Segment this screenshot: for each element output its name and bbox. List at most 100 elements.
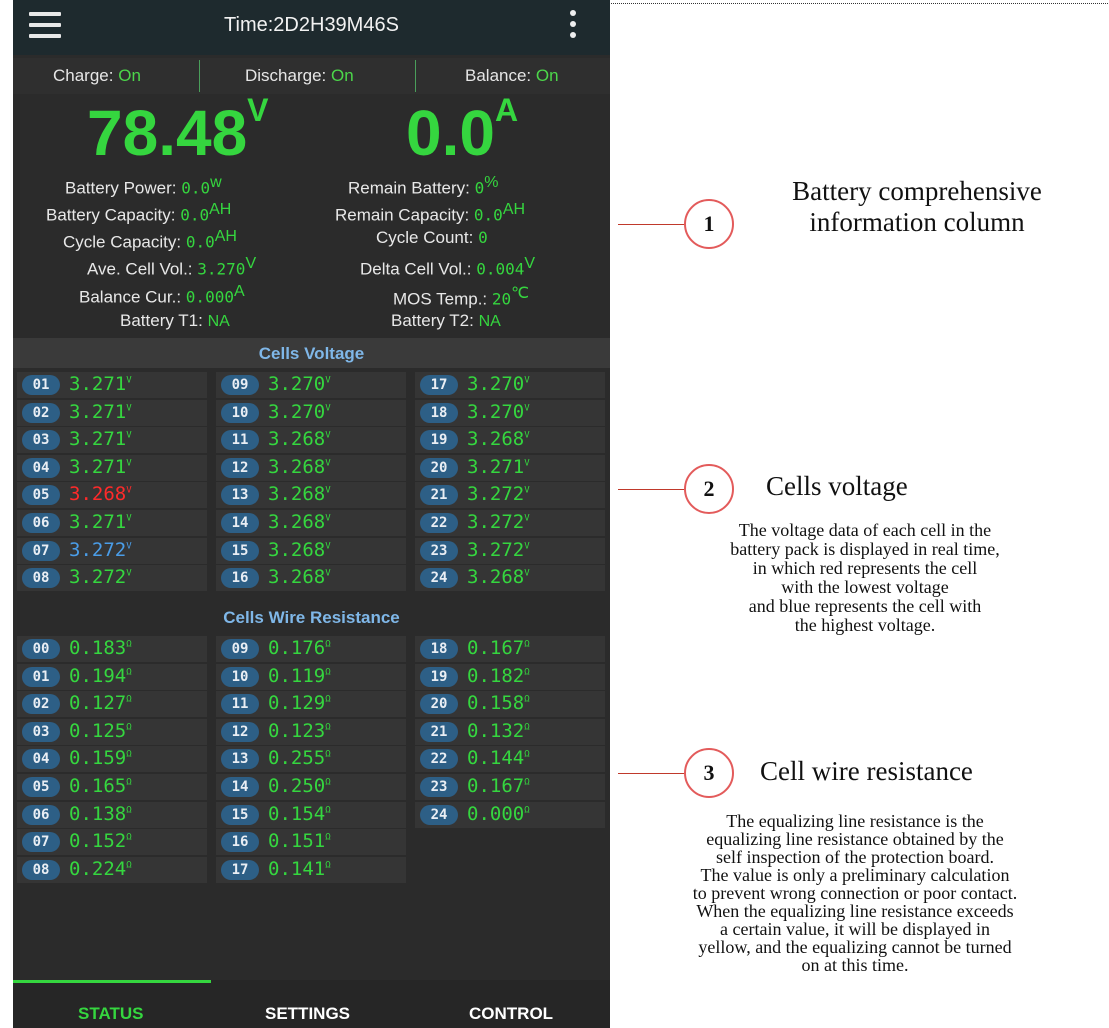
cell-voltage-value: 3.268V xyxy=(268,538,331,561)
wire-resistance-value: 0.194Ω xyxy=(69,664,132,687)
battery-power-row: Battery Power: 0.0w xyxy=(65,174,222,198)
cell-number-badge: 05 xyxy=(22,777,60,797)
cell-number-badge: 07 xyxy=(22,832,60,853)
cell-voltage-10: 10 3.270V xyxy=(216,399,406,426)
callout-line-3 xyxy=(618,773,686,774)
description-line: battery pack is displayed in real time, xyxy=(730,539,1000,559)
callout-2-description: The voltage data of each cell in the batt… xyxy=(640,521,1090,635)
cell-voltage-value: 3.270V xyxy=(467,400,530,423)
cell-number-badge: 17 xyxy=(221,859,259,880)
wire-resistance-24: 24 0.000Ω xyxy=(415,801,605,828)
cell-number-badge: 03 xyxy=(22,430,60,451)
wire-resistance-value: 0.255Ω xyxy=(268,747,331,770)
description-line: with the lowest voltage xyxy=(781,577,949,597)
cell-voltage-23: 23 3.272V xyxy=(415,537,605,564)
cell-number-badge: 12 xyxy=(221,457,259,478)
cell-voltage-20: 20 3.271V xyxy=(415,454,605,481)
cell-number-badge: 14 xyxy=(221,513,259,533)
cell-number-badge: 12 xyxy=(221,721,259,742)
cell-voltage-05: 05 3.268V xyxy=(17,482,207,509)
cell-voltage-value: 3.268V xyxy=(268,566,331,589)
cycle-count-row: Cycle Count: 0 xyxy=(376,228,488,247)
cell-voltage-18: 18 3.270V xyxy=(415,399,605,426)
cell-voltage-value: 3.271V xyxy=(69,373,132,395)
battery-t2-row: Battery T2: NA xyxy=(391,311,501,330)
wire-resistance-15: 15 0.154Ω xyxy=(216,801,406,828)
cell-voltage-15: 15 3.268V xyxy=(216,537,406,564)
cell-voltage-16: 16 3.268V xyxy=(216,565,406,592)
wire-resistance-00: 00 0.183Ω xyxy=(17,636,207,662)
wire-resistance-06: 06 0.138Ω xyxy=(17,801,207,828)
cell-number-badge: 15 xyxy=(221,804,259,825)
tab-settings[interactable]: SETTINGS xyxy=(265,1004,350,1024)
cell-voltage-value: 3.272V xyxy=(467,538,530,561)
more-options-icon[interactable] xyxy=(569,10,577,42)
description-line: The value is only a preliminary calculat… xyxy=(700,865,1010,885)
cell-voltage-value: 3.272V xyxy=(467,511,530,533)
description-line: the highest voltage. xyxy=(794,615,936,635)
ave-cell-vol-row: Ave. Cell Vol.: 3.270V xyxy=(87,255,257,279)
cell-number-badge: 01 xyxy=(22,375,60,395)
wire-resistance-12: 12 0.123Ω xyxy=(216,718,406,745)
balance-current-row: Balance Cur.: 0.000A xyxy=(79,283,245,307)
tab-control[interactable]: CONTROL xyxy=(469,1004,553,1024)
callout-line-1 xyxy=(618,224,686,225)
callout-3-description: The equalizing line resistance is the equ… xyxy=(612,812,1098,974)
description-line: in which red represents the cell xyxy=(752,558,978,578)
total-current: 0.0A xyxy=(406,92,519,169)
cell-number-badge: 24 xyxy=(420,804,458,825)
wire-resistance-19: 19 0.182Ω xyxy=(415,663,605,690)
cell-number-badge: 08 xyxy=(22,568,60,589)
wire-resistance-value: 0.224Ω xyxy=(69,857,132,880)
cell-number-badge: 02 xyxy=(22,694,60,715)
cell-number-badge: 02 xyxy=(22,402,60,423)
cell-number-badge: 07 xyxy=(22,540,60,561)
wire-resistance-08: 08 0.224Ω xyxy=(17,856,207,883)
wire-resistance-05: 05 0.165Ω xyxy=(17,774,207,800)
battery-t1-row: Battery T1: NA xyxy=(120,311,230,330)
battery-capacity-row: Battery Capacity: 0.0AH xyxy=(46,201,232,225)
cell-voltage-value: 3.271V xyxy=(69,400,132,423)
wire-resistance-title: Cells Wire Resistance xyxy=(223,608,400,627)
cell-voltage-13: 13 3.268V xyxy=(216,482,406,509)
cell-number-badge: 20 xyxy=(420,694,458,715)
mos-temp-row: MOS Temp.: 20℃ xyxy=(393,285,530,309)
cell-voltage-19: 19 3.268V xyxy=(415,427,605,454)
wire-resistance-20: 20 0.158Ω xyxy=(415,691,605,718)
wire-resistance-value: 0.159Ω xyxy=(69,747,132,770)
wire-resistance-value: 0.127Ω xyxy=(69,692,132,715)
tab-status[interactable]: STATUS xyxy=(78,1004,143,1024)
active-tab-indicator xyxy=(13,980,211,983)
wire-resistance-value: 0.151Ω xyxy=(268,830,331,853)
cell-voltage-value: 3.270V xyxy=(467,373,530,395)
cell-voltage-value: 3.271V xyxy=(69,428,132,451)
wire-resistance-02: 02 0.127Ω xyxy=(17,691,207,718)
cell-number-badge: 06 xyxy=(22,513,60,533)
cell-voltage-value: 3.270V xyxy=(268,373,331,395)
description-line: self inspection of the protection board. xyxy=(716,847,994,867)
wire-resistance-21: 21 0.132Ω xyxy=(415,718,605,745)
wire-resistance-value: 0.132Ω xyxy=(467,719,530,742)
wire-resistance-value: 0.144Ω xyxy=(467,747,530,770)
cell-voltage-07: 07 3.272V xyxy=(17,537,207,564)
cell-number-badge: 10 xyxy=(221,402,259,423)
wire-resistance-value: 0.167Ω xyxy=(467,637,530,659)
wire-resistance-14: 14 0.250Ω xyxy=(216,774,406,800)
cells-voltage-title: Cells Voltage xyxy=(258,344,365,363)
wire-resistance-value: 0.119Ω xyxy=(268,664,331,687)
cell-number-badge: 18 xyxy=(420,639,458,659)
cell-voltage-value: 3.268V xyxy=(467,428,530,451)
charge-status-value: On xyxy=(118,66,141,85)
cell-voltage-value: 3.270V xyxy=(268,400,331,423)
wire-resistance-23: 23 0.167Ω xyxy=(415,774,605,800)
cell-number-badge: 01 xyxy=(22,666,60,687)
cell-voltage-value: 3.271V xyxy=(467,455,530,478)
cell-voltage-value: 3.268V xyxy=(268,428,331,451)
cell-voltage-01: 01 3.271V xyxy=(17,372,207,398)
cell-number-badge: 04 xyxy=(22,457,60,478)
cell-voltage-value: 3.272V xyxy=(69,566,132,589)
wire-resistance-18: 18 0.167Ω xyxy=(415,636,605,662)
wire-resistance-value: 0.138Ω xyxy=(69,802,132,825)
wire-resistance-value: 0.165Ω xyxy=(69,775,132,797)
description-line: The equalizing line resistance is the xyxy=(726,811,984,831)
